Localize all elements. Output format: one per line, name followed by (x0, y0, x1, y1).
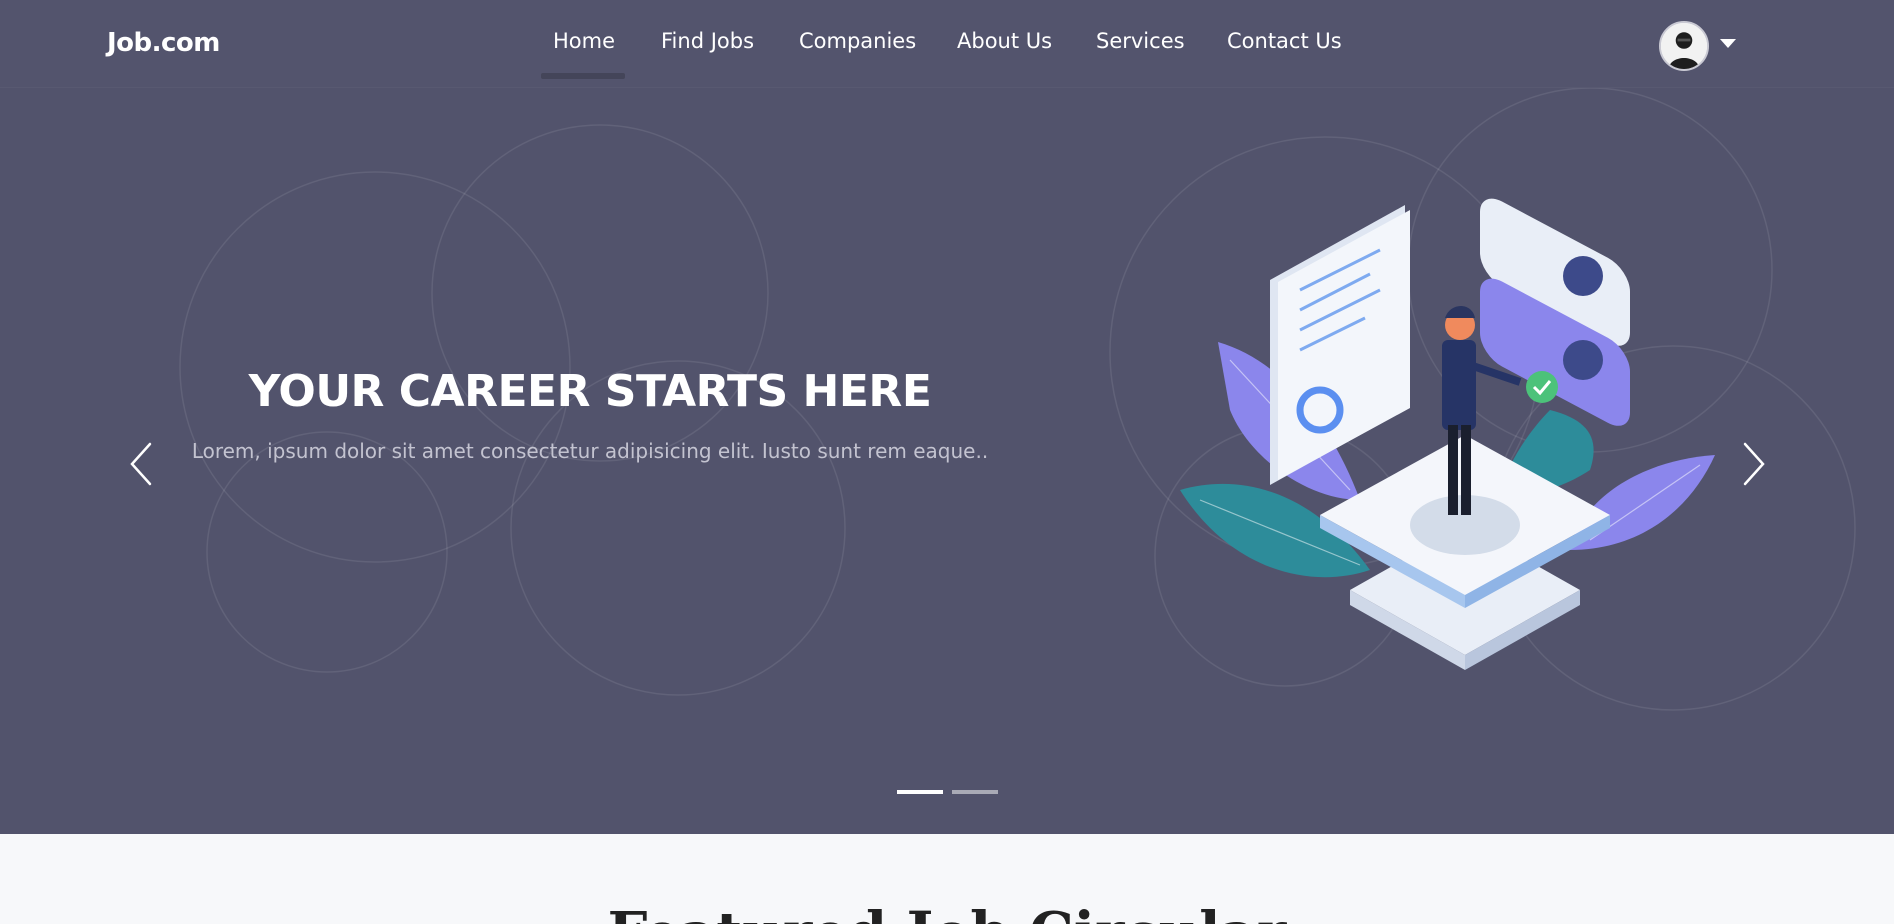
chevron-left-icon (130, 442, 152, 486)
hero-title: YOUR CAREER STARTS HERE (248, 366, 932, 417)
hero-carousel: Job.com Home Find Jobs Companies About U… (0, 0, 1894, 834)
top-navbar: Job.com Home Find Jobs Companies About U… (0, 0, 1894, 88)
chevron-right-icon (1743, 442, 1765, 486)
nav-about-us[interactable]: About Us (957, 29, 1052, 53)
brand-logo[interactable]: Job.com (107, 28, 220, 58)
carousel-next-button[interactable] (1733, 440, 1773, 488)
nav-active-indicator (541, 73, 625, 79)
carousel-indicator-1[interactable] (897, 790, 943, 794)
nav-find-jobs[interactable]: Find Jobs (661, 29, 754, 53)
career-illustration (1180, 198, 1715, 670)
caret-down-icon[interactable] (1720, 39, 1736, 48)
nav-home[interactable]: Home (553, 29, 615, 53)
featured-jobs-heading: Featured Job Circular (0, 900, 1894, 924)
nav-services[interactable]: Services (1096, 29, 1185, 53)
carousel-indicator-2[interactable] (952, 790, 998, 794)
avatar-icon (1661, 23, 1707, 69)
nav-companies[interactable]: Companies (799, 29, 916, 53)
nav-contact-us[interactable]: Contact Us (1227, 29, 1342, 53)
hero-subtitle: Lorem, ipsum dolor sit amet consectetur … (191, 439, 989, 463)
user-avatar[interactable] (1659, 21, 1709, 71)
carousel-prev-button[interactable] (122, 440, 162, 488)
